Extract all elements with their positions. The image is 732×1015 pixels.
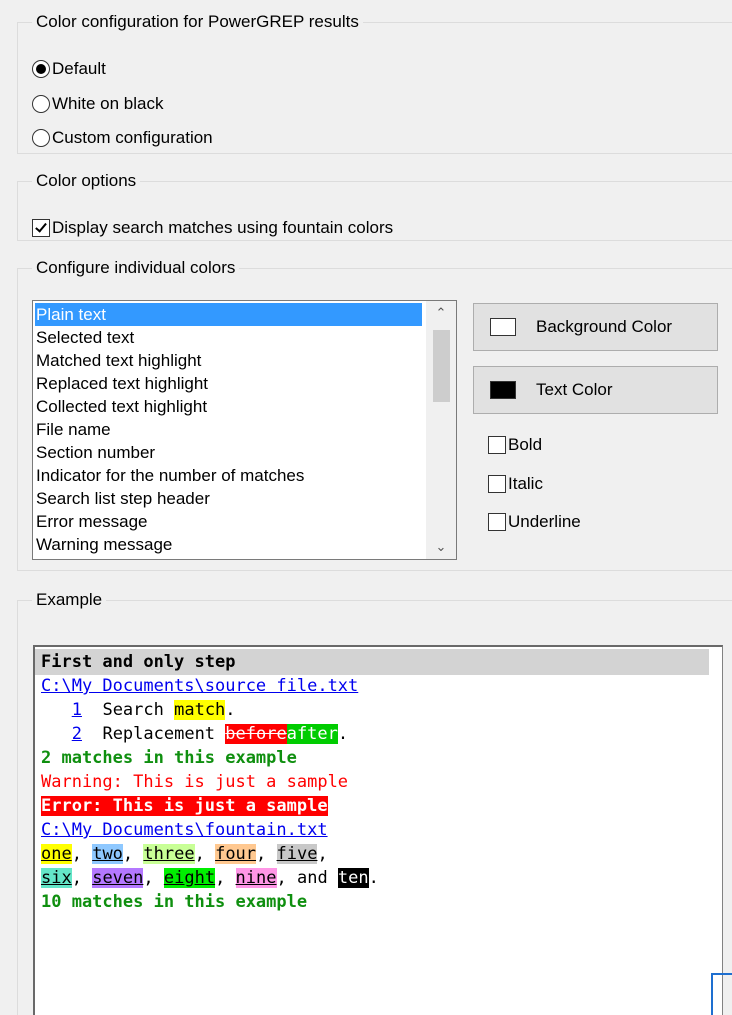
file-name-line: C:\My Documents\fountain.txt (41, 818, 328, 842)
example-preview: First and only step C:\My Documents\sour… (33, 645, 723, 1015)
warning-message-line: Warning: This is just a sample (41, 772, 349, 792)
radio-white-on-black-circle[interactable] (32, 95, 50, 113)
text-color-button[interactable]: Text Color (473, 366, 718, 414)
error-message-line: Error: This is just a sample (41, 794, 328, 818)
list-item[interactable]: Collected text highlight (35, 395, 422, 418)
fountain-colors-label: Display search matches using fountain co… (52, 218, 394, 237)
fountain-word: one (41, 844, 72, 864)
file-name-link[interactable]: C:\My Documents\source file.txt (41, 676, 358, 696)
fountain-colors-checkbox[interactable] (32, 219, 50, 237)
fountain-word: six (41, 868, 72, 888)
fountain-word: seven (92, 868, 144, 888)
checkmark-icon (35, 220, 47, 233)
step-header-text: First and only step (41, 652, 236, 672)
underline-checkbox-row[interactable]: Underline (488, 510, 581, 534)
replace-context-text: Replacement (102, 724, 226, 744)
replaced-before-text: before (225, 724, 287, 744)
listbox-scrollbar[interactable]: ⌃ ⌄ (426, 301, 456, 559)
match-context-text: Search (102, 700, 175, 720)
fountain-word: ten (337, 868, 369, 888)
file-name-link[interactable]: C:\My Documents\fountain.txt (41, 820, 328, 840)
radio-white-on-black[interactable]: White on black (32, 92, 164, 116)
list-item[interactable]: Plain text (35, 303, 422, 326)
separator: , (317, 844, 338, 864)
and-separator: , and (276, 868, 338, 888)
radio-default-label: Default (52, 59, 106, 78)
list-item[interactable]: Error message (35, 510, 422, 533)
fountain-word: two (92, 844, 123, 864)
bold-checkbox[interactable] (488, 436, 506, 454)
background-color-label: Background Color (536, 317, 673, 336)
color-items-listbox[interactable]: Plain text Selected text Matched text hi… (32, 300, 457, 560)
radio-custom-configuration[interactable]: Custom configuration (32, 126, 213, 150)
match-line-1: 1 Search match. (41, 698, 236, 722)
background-color-swatch (490, 318, 516, 336)
fountain-word: eight (163, 868, 216, 888)
configure-individual-colors-group: Configure individual colors Plain text S… (17, 258, 732, 571)
list-item[interactable]: Warning message (35, 533, 422, 556)
example-legend: Example (36, 590, 103, 609)
replace-end-text: . (337, 724, 349, 744)
fountain-colors-checkbox-row[interactable]: Display search matches using fountain co… (32, 216, 393, 240)
focus-corner-indicator (711, 973, 732, 1015)
fountain-word: nine (235, 868, 277, 888)
match-end-text: . (225, 700, 236, 720)
text-color-swatch (490, 381, 516, 399)
italic-checkbox-row[interactable]: Italic (488, 472, 543, 496)
color-configuration-legend: Color configuration for PowerGREP result… (36, 12, 359, 31)
bold-label: Bold (508, 435, 543, 454)
color-options-legend: Color options (36, 171, 137, 190)
match-line-2: 2 Replacement beforeafter. (41, 722, 348, 746)
list-item[interactable]: Selected text (35, 326, 422, 349)
separator: , (194, 844, 216, 864)
replaced-after-text: after (286, 724, 338, 744)
separator: , (71, 844, 93, 864)
fountain-word: three (143, 844, 195, 864)
error-message-text: Error: This is just a sample (41, 796, 328, 816)
match-count-line: 2 matches in this example (41, 748, 297, 768)
scroll-down-arrow-icon[interactable]: ⌄ (426, 535, 456, 559)
line-number-link[interactable]: 1 (72, 700, 82, 720)
end-period: . (368, 868, 379, 888)
text-color-label: Text Color (536, 380, 613, 399)
color-options-group: Color options Display search matches usi… (17, 171, 732, 241)
scrollbar-thumb[interactable] (433, 330, 450, 402)
scroll-up-arrow-icon[interactable]: ⌃ (426, 301, 456, 325)
underline-label: Underline (508, 512, 581, 531)
configure-individual-colors-legend: Configure individual colors (36, 258, 236, 277)
radio-custom-configuration-label: Custom configuration (52, 128, 213, 147)
italic-label: Italic (508, 474, 543, 493)
italic-checkbox[interactable] (488, 475, 506, 493)
list-item[interactable]: Replaced text highlight (35, 372, 422, 395)
background-color-button[interactable]: Background Color (473, 303, 718, 351)
list-item[interactable]: Indicator for the number of matches (35, 464, 422, 487)
radio-default[interactable]: Default (32, 57, 106, 81)
list-item[interactable]: Section number (35, 441, 422, 464)
underline-checkbox[interactable] (488, 513, 506, 531)
powergrep-color-options-page: Color configuration for PowerGREP result… (0, 0, 732, 1015)
file-name-line: C:\My Documents\source file.txt (41, 674, 358, 698)
separator: , (122, 844, 144, 864)
fountain-line-2: six, seven, eight, nine, and ten. (41, 866, 379, 890)
list-item[interactable]: Search list step header (35, 487, 422, 510)
fountain-word: five (276, 844, 318, 864)
separator: , (215, 868, 236, 888)
example-group: Example First and only step C:\My Docume… (17, 590, 732, 1015)
color-configuration-group: Color configuration for PowerGREP result… (17, 12, 732, 154)
bold-checkbox-row[interactable]: Bold (488, 433, 542, 457)
radio-selected-dot (36, 64, 46, 74)
separator: , (71, 868, 93, 888)
radio-custom-configuration-circle[interactable] (32, 129, 50, 147)
fountain-line-1: one, two, three, four, five, (41, 842, 338, 866)
radio-default-circle[interactable] (32, 60, 50, 78)
line-number-link[interactable]: 2 (72, 724, 82, 744)
match-count-line: 10 matches in this example (41, 892, 308, 912)
radio-white-on-black-label: White on black (52, 94, 164, 113)
fountain-word: four (215, 844, 257, 864)
list-item[interactable]: File name (35, 418, 422, 441)
separator: , (143, 868, 164, 888)
matched-text: match (174, 700, 226, 720)
separator: , (256, 844, 277, 864)
list-item[interactable]: Matched text highlight (35, 349, 422, 372)
